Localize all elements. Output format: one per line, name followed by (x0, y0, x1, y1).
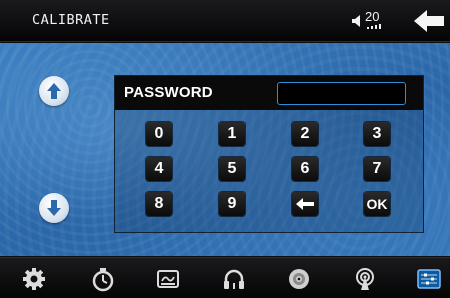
arrow-down-icon (47, 200, 61, 216)
password-label: PASSWORD (124, 84, 213, 101)
key-6[interactable]: 6 (292, 157, 318, 181)
key-0[interactable]: 0 (146, 122, 172, 146)
volume-level-icon (367, 24, 381, 29)
key-8[interactable]: 8 (146, 192, 172, 216)
page-title: CALIBRATE (32, 12, 110, 28)
display-icon (157, 270, 179, 288)
back-button[interactable] (412, 8, 446, 34)
speaker-icon (352, 15, 360, 27)
nav-display[interactable] (155, 266, 181, 292)
key-3[interactable]: 3 (364, 122, 390, 146)
screen-adjust-icon (417, 269, 441, 289)
nav-settings[interactable] (21, 266, 47, 292)
headphones-icon (224, 269, 244, 289)
arrow-up-icon (47, 83, 61, 99)
nav-screen-adjust[interactable] (416, 266, 442, 292)
key-1[interactable]: 1 (219, 122, 245, 146)
disc-icon (289, 269, 309, 289)
nav-disc[interactable] (286, 266, 312, 292)
nav-audio[interactable] (221, 266, 247, 292)
gear-icon (23, 268, 45, 290)
backspace-arrow-icon (296, 198, 314, 210)
key-9[interactable]: 9 (219, 192, 245, 216)
top-bar: CALIBRATE 20 (0, 0, 450, 42)
password-header: PASSWORD (115, 76, 423, 110)
key-4[interactable]: 4 (146, 157, 172, 181)
volume-value: 20 (365, 9, 380, 24)
volume-indicator[interactable]: 20 (352, 7, 392, 35)
ok-key[interactable]: OK (364, 192, 390, 216)
bottom-nav-bar (0, 257, 450, 298)
key-7[interactable]: 7 (364, 157, 390, 181)
main-area: PASSWORD 0 1 2 3 4 5 6 7 8 9 OK (0, 43, 450, 256)
nav-timer[interactable] (90, 266, 116, 292)
antenna-icon (356, 268, 374, 290)
key-5[interactable]: 5 (219, 157, 245, 181)
nav-radio[interactable] (352, 266, 378, 292)
key-2[interactable]: 2 (292, 122, 318, 146)
scroll-up-button[interactable] (39, 76, 69, 106)
password-panel: PASSWORD 0 1 2 3 4 5 6 7 8 9 OK (114, 75, 424, 233)
backspace-key[interactable] (292, 192, 318, 216)
scroll-down-button[interactable] (39, 193, 69, 223)
timer-icon (92, 268, 114, 292)
password-input[interactable] (277, 82, 406, 105)
back-arrow-icon (414, 10, 444, 32)
